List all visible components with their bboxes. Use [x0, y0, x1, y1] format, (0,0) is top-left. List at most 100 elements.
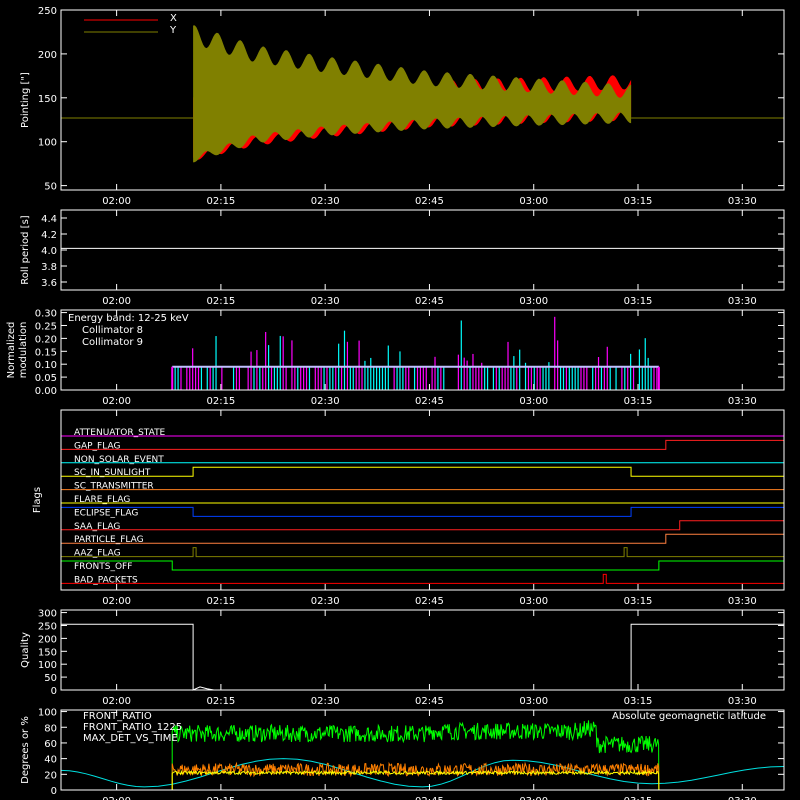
panel-2-xtick-label: 02:15: [206, 396, 235, 407]
panel-5-xtick-label: 02:15: [206, 796, 235, 800]
panel-3-xtick-label: 03:00: [519, 596, 548, 607]
panel-3-frame: [60, 409, 785, 591]
modulation-bars: [171, 316, 658, 390]
panel-2-ytick-label: 0.05: [35, 373, 57, 384]
flag-saa-flag-label: SAA_FLAG: [74, 522, 120, 532]
flag-saa-flag-line: [61, 520, 785, 531]
panel-1-xtick-label: 03:00: [519, 296, 548, 307]
flag-sc-in-sunlight-label: SC_IN_SUNLIGHT: [74, 468, 151, 478]
flag-fronts-off-line: [60, 560, 785, 571]
panel-5-ytick-label: 20: [44, 770, 57, 781]
panel-0-ytick-label: 100: [38, 138, 57, 149]
flag-sc-transmitter-label: SC_TRANSMITTER: [74, 482, 154, 492]
panel-4-ytick-label: 50: [44, 673, 57, 684]
panel-0-xtick-label: 03:00: [519, 196, 548, 207]
panel-5-xtick-label: 03:30: [728, 796, 757, 800]
panel-4-ytick-label: 250: [38, 621, 57, 632]
flag-eclipse-flag-line: [60, 506, 785, 517]
panel-4-ylabel: Quality: [20, 632, 31, 668]
rhessi-quicklook-chart: 02:00 02:15 02:30 02:45 03:00 03:15 03:30 50 100…: [6, 6, 785, 800]
panel-2-ytick-label: 0.25: [35, 321, 57, 332]
panel-5-xtick-label: 02:45: [415, 796, 444, 800]
panel-2-xtick-label: 02:30: [311, 396, 340, 407]
flag-bad-packets-label: BAD_PACKETS: [74, 575, 138, 585]
panel-0-ylabel: Pointing ["]: [20, 72, 31, 128]
flag-sc-in-sunlight-line: [61, 466, 784, 477]
panel-1-ytick-label: 3.6: [41, 278, 57, 289]
panel-1-xtick-label: 03:30: [728, 296, 757, 307]
panel-2-xtick-label: 03:30: [728, 396, 757, 407]
quality-line: [61, 623, 784, 691]
panel-0-xtick-label: 02:00: [102, 196, 131, 207]
panel-2-ytick-label: 0.20: [35, 334, 57, 345]
panel-3-xtick-label: 02:00: [102, 596, 131, 607]
series-front-ratio-1225: [171, 720, 660, 791]
panel-3-xtick-label: 03:15: [624, 596, 653, 607]
panel-5-xtick-label: 03:15: [624, 796, 653, 800]
panel-2-ytick-label: 0.30: [35, 309, 57, 320]
panel-3-xtick-label: 02:15: [206, 596, 235, 607]
panel-4-ytick-label: 200: [38, 634, 57, 645]
panel-1-xtick-label: 02:45: [415, 296, 444, 307]
panel-2-ylabel-line2: modulation: [18, 322, 29, 379]
panel-5-xtick-label: 02:00: [102, 796, 131, 800]
panel-0-xtick-label: 03:30: [728, 196, 757, 207]
panel-4-ytick-label: 100: [38, 660, 57, 671]
panel-4-xtick-label: 03:30: [728, 696, 757, 707]
panel-5-ytick-label: 80: [44, 723, 57, 734]
series-y-envelope: [193, 25, 632, 163]
panel-1-ytick-label: 4.0: [41, 246, 57, 257]
panel-5-ylabel: Degrees or %: [20, 716, 31, 784]
series-max-det-vs-time: [171, 761, 660, 791]
panel-3-xtick-label: 02:45: [415, 596, 444, 607]
flag-gap-flag-line: [61, 439, 785, 450]
legend-geomagnetic-latitude: Absolute geomagnetic latitude: [612, 711, 766, 722]
series-front-ratio: [171, 769, 660, 791]
panel-4-frame: [60, 609, 785, 691]
panel-1-xtick-label: 03:15: [624, 296, 653, 307]
panel-2-xtick-label: 03:00: [519, 396, 548, 407]
panel-2-ylabel-line1: Normalized: [6, 322, 17, 379]
panel-0-xtick-label: 03:15: [624, 196, 653, 207]
panel-0-ytick-label: 50: [44, 182, 57, 193]
flag-aaz-flag-line: [61, 547, 784, 558]
panel-2-ytick-label: 0.10: [35, 360, 57, 371]
modulation-energy-band: Energy band: 12-25 keV: [68, 313, 189, 324]
panel-5-ytick-label: 40: [44, 755, 57, 766]
panel-1-xtick-label: 02:15: [206, 296, 235, 307]
panel-1-ylabel: Roll period [s]: [20, 215, 31, 284]
panel-5-xtick-label: 02:30: [311, 796, 340, 800]
flag-flare-flag-label: FLARE_FLAG: [74, 495, 130, 505]
panel-0-xtick-label: 02:15: [206, 196, 235, 207]
panel-4-ytick-label: 0: [51, 686, 57, 697]
panel-4-xtick-label: 02:45: [415, 696, 444, 707]
panel-0-ytick-label: 250: [38, 6, 57, 17]
flag-particle-flag-label: PARTICLE_FLAG: [74, 535, 144, 545]
panel-4-ytick-label: 300: [38, 609, 57, 620]
flag-fronts-off-label: FRONTS_OFF: [74, 562, 132, 572]
panel-1-ytick-label: 4.4: [41, 214, 57, 225]
panel-4-xtick-label: 03:15: [624, 696, 653, 707]
panel-1-xtick-label: 02:30: [311, 296, 340, 307]
legend-x-label: X: [170, 13, 177, 24]
panel-5-ytick-label: 60: [44, 739, 57, 750]
flag-aaz-flag-label: AAZ_FLAG: [74, 549, 121, 559]
panel-5-ytick-label: 100: [38, 708, 57, 719]
panel-2-xtick-label: 02:00: [102, 396, 131, 407]
panel-0-xtick-label: 02:45: [415, 196, 444, 207]
panel-2-xtick-label: 02:45: [415, 396, 444, 407]
panel-4-xtick-label: 02:00: [102, 696, 131, 707]
panel-1-ytick-label: 4.2: [41, 230, 57, 241]
panel-2-ytick-label: 0.00: [35, 386, 57, 397]
panel-1-xtick-label: 02:00: [102, 296, 131, 307]
panel-5-ytick-label: 0: [51, 786, 57, 797]
flag-gap-flag-label: GAP_FLAG: [74, 441, 120, 451]
panel-3-xtick-label: 02:30: [311, 596, 340, 607]
panel-4-ytick-label: 150: [38, 647, 57, 658]
legend-y-label: Y: [169, 25, 177, 36]
panel-4-xtick-label: 02:15: [206, 696, 235, 707]
panel-2-xtick-label: 03:15: [624, 396, 653, 407]
legend-collimator-9: Collimator 9: [82, 337, 143, 348]
panel-0-ytick-label: 150: [38, 94, 57, 105]
legend-collimator-8: Collimator 8: [82, 325, 143, 336]
